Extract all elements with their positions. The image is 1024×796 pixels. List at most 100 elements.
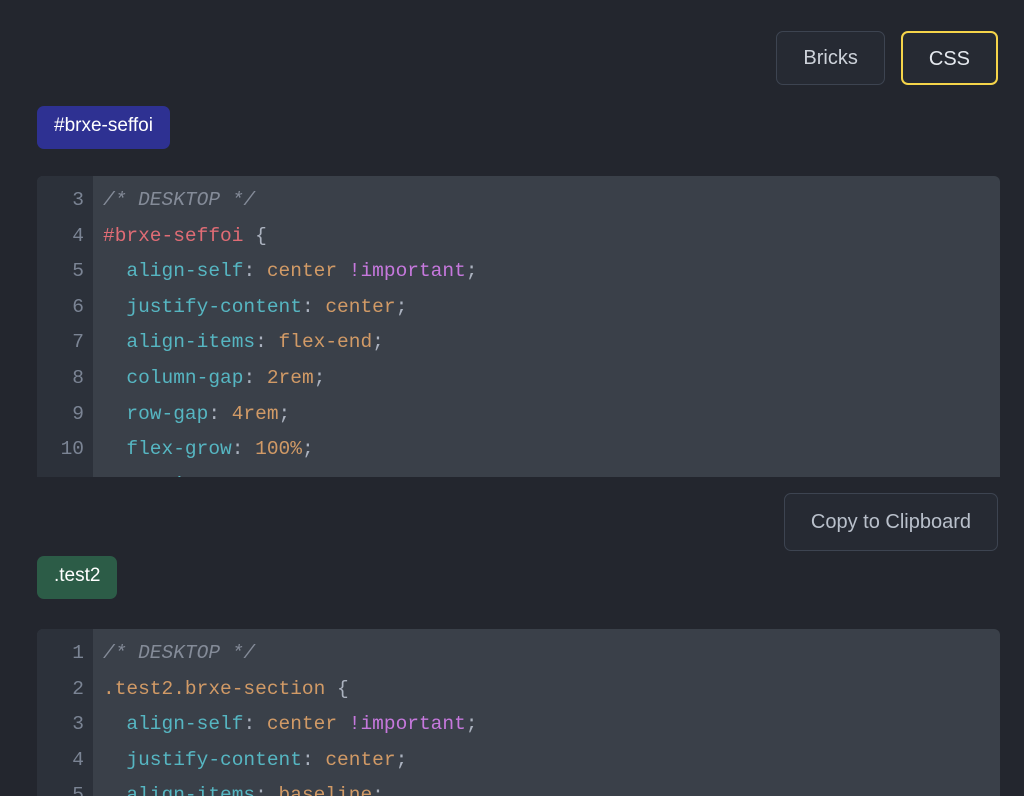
code-line-clipped: 5 align-items: baseline; <box>37 778 1000 796</box>
token-value: center <box>325 295 396 318</box>
code-line-text: margin-top: 20 <box>93 468 290 477</box>
token-property: justify-content <box>126 295 302 318</box>
code-line: 1 /* DESKTOP */ <box>37 636 1000 672</box>
view-mode-toolbar: Bricks CSS <box>776 31 998 85</box>
code-block-class-selector[interactable]: 1 /* DESKTOP */ 2 .test2.brxe-section { … <box>37 629 1000 796</box>
token-comment: /* DESKTOP */ <box>103 189 256 211</box>
code-line-text: align-self: center !important; <box>93 254 478 290</box>
token-colon: : <box>208 402 232 425</box>
token-colon: : <box>255 331 279 354</box>
line-number: 4 <box>72 748 84 771</box>
token-comment: /* DESKTOP */ <box>103 642 256 664</box>
token-property: flex-grow <box>126 438 232 461</box>
code-line-text: row-gap: 4rem; <box>93 397 290 433</box>
token-semicolon: ; <box>465 713 478 736</box>
token-semicolon: ; <box>278 402 291 425</box>
code-line: 3 align-self: center !important; <box>37 707 1000 743</box>
token-semicolon: ; <box>465 260 478 283</box>
token-value: center <box>266 713 338 736</box>
code-line-text: .test2.brxe-section { <box>93 672 349 708</box>
token-property: margin-top <box>126 474 243 477</box>
code-line: 5 align-self: center !important; <box>37 254 1000 290</box>
line-number: 3 <box>72 713 84 736</box>
line-number: 5 <box>72 260 84 283</box>
token-value: baseline <box>278 784 373 796</box>
token-value: 4rem <box>231 402 279 425</box>
line-number: 2 <box>72 677 84 700</box>
token-property: column-gap <box>126 366 244 389</box>
selector-badge-id[interactable]: #brxe-seffoi <box>37 106 170 149</box>
code-lines-container: 3 /* DESKTOP */ 4 #brxe-seffoi { 5 align… <box>37 176 1000 477</box>
token-property: align-items <box>126 331 256 354</box>
code-line: 4 justify-content: center; <box>37 743 1000 779</box>
line-number: 4 <box>72 224 84 247</box>
token-semicolon: ; <box>395 295 408 318</box>
token-value: 100% <box>255 438 302 461</box>
token-property: align-self <box>126 260 244 283</box>
token-semicolon: ; <box>395 748 408 771</box>
code-line: 9 row-gap: 4rem; <box>37 397 1000 433</box>
token-semicolon: ; <box>313 366 326 389</box>
line-number: 7 <box>72 331 84 354</box>
token-property: align-items <box>126 784 256 796</box>
code-line: 7 align-items: flex-end; <box>37 325 1000 361</box>
token-colon: : <box>255 784 279 796</box>
code-line: 3 /* DESKTOP */ <box>37 183 1000 219</box>
token-colon: : <box>301 748 326 771</box>
tab-bricks[interactable]: Bricks <box>776 31 885 85</box>
line-number: 5 <box>72 784 84 796</box>
line-number: 9 <box>72 402 84 425</box>
line-number: 11 <box>37 468 93 477</box>
token-colon: : <box>231 438 256 461</box>
code-line: 10 flex-grow: 100%; <box>37 432 1000 468</box>
code-line-text: align-self: center !important; <box>93 707 478 743</box>
token-selector: #brxe-seffoi <box>103 224 244 247</box>
code-line: 6 justify-content: center; <box>37 290 1000 326</box>
code-line-text: align-items: flex-end; <box>93 325 383 361</box>
code-line: 8 column-gap: 2rem; <box>37 361 1000 397</box>
token-value: center <box>325 748 396 771</box>
line-number: 8 <box>72 366 84 389</box>
code-block-id-selector[interactable]: 3 /* DESKTOP */ 4 #brxe-seffoi { 5 align… <box>37 176 1000 477</box>
token-important: !important <box>348 260 466 283</box>
line-number: 10 <box>60 438 84 461</box>
code-lines-container: 1 /* DESKTOP */ 2 .test2.brxe-section { … <box>37 629 1000 796</box>
token-property: justify-content <box>126 748 302 771</box>
code-line-text: column-gap: 2rem; <box>93 361 325 397</box>
code-line-text: align-items: baseline; <box>93 778 384 796</box>
line-number: 1 <box>72 642 84 664</box>
token-semicolon: ; <box>372 784 384 796</box>
code-line-text: /* DESKTOP */ <box>93 183 255 219</box>
token-value: center <box>266 260 338 283</box>
token-brace: { <box>243 224 267 247</box>
code-line-clipped: 11 margin-top: 20 <box>37 468 1000 477</box>
token-colon: : <box>243 366 267 389</box>
copy-to-clipboard-button[interactable]: Copy to Clipboard <box>783 493 998 551</box>
code-line-text: /* DESKTOP */ <box>93 636 255 672</box>
token-brace: { <box>325 677 349 700</box>
code-line-text: justify-content: center; <box>93 290 407 326</box>
token-property: align-self <box>126 713 244 736</box>
tab-css[interactable]: CSS <box>900 31 998 85</box>
line-number: 3 <box>72 189 84 211</box>
token-value: 2rem <box>266 366 314 389</box>
selector-badge-class[interactable]: .test2 <box>37 556 118 599</box>
token-value: flex-end <box>278 331 373 354</box>
code-line-text: justify-content: center; <box>93 743 407 779</box>
line-number: 6 <box>72 295 84 318</box>
token-selector: .test2.brxe-section <box>103 677 326 700</box>
token-colon: : <box>243 474 266 477</box>
token-colon: : <box>301 295 326 318</box>
token-value: 20 <box>267 474 290 477</box>
